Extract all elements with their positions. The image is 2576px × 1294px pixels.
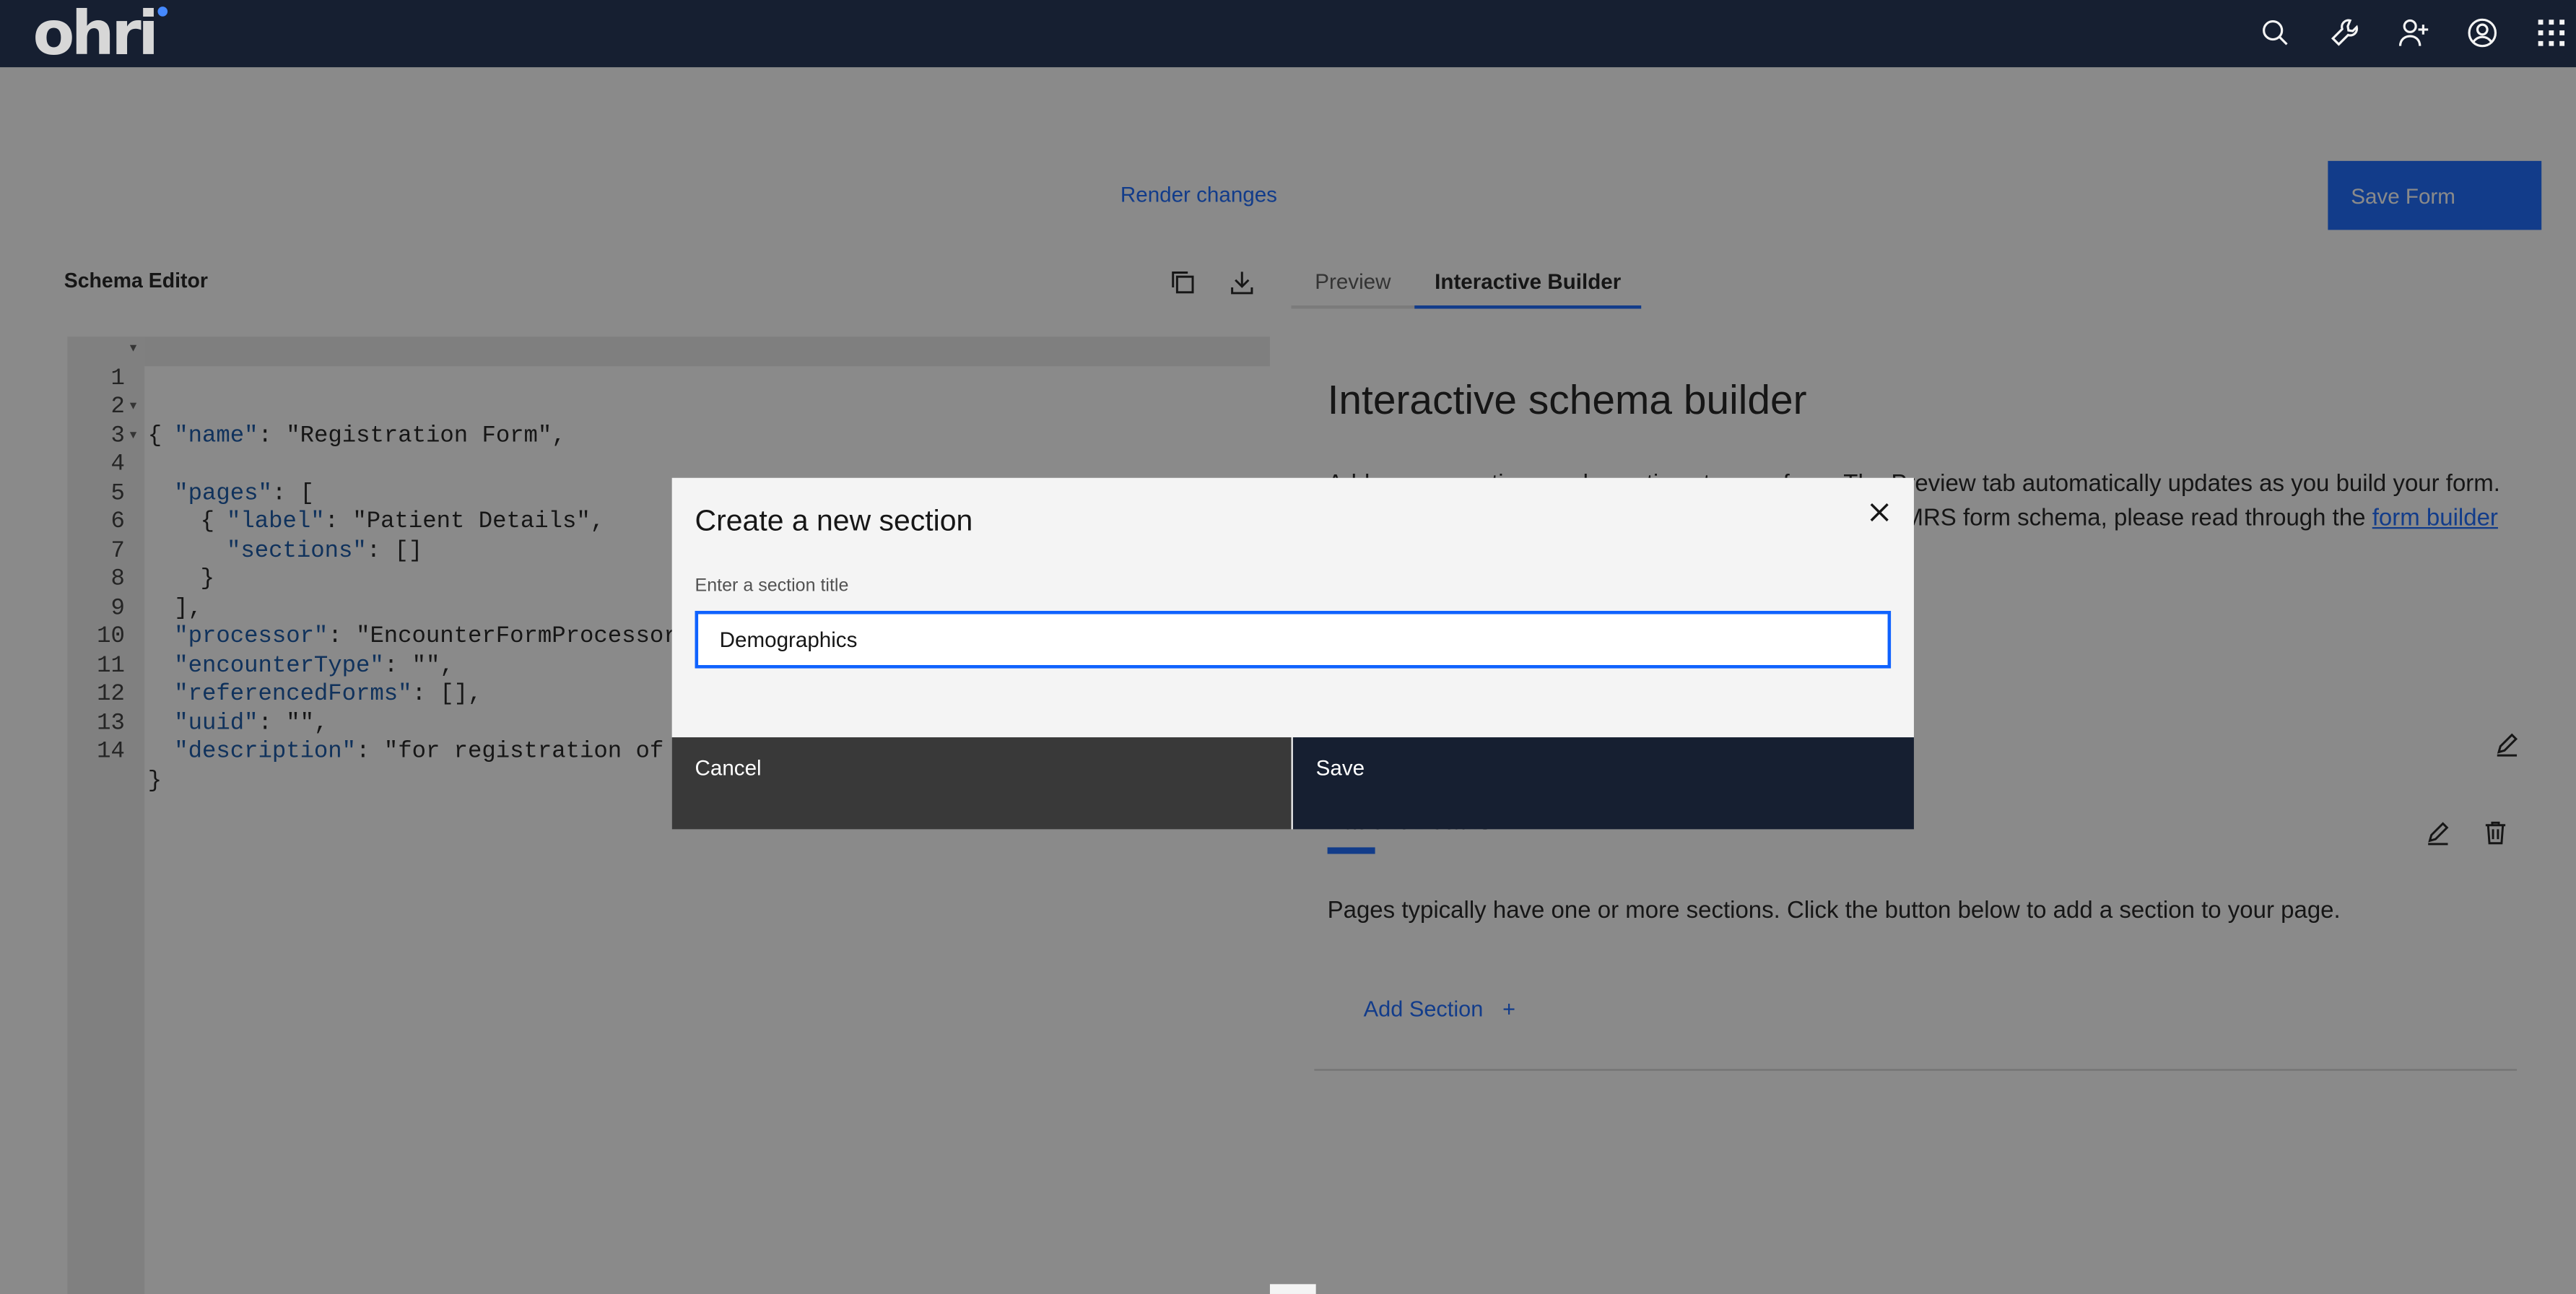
- section-title-input[interactable]: [695, 610, 1892, 669]
- ohri-logo[interactable]: ohri: [33, 2, 160, 66]
- logo-dot: [157, 6, 168, 17]
- search-icon[interactable]: [2259, 17, 2292, 49]
- app-stage: ohri Render changes Save Form Schema Edi…: [0, 0, 2576, 1294]
- modal-title: Create a new section: [695, 504, 973, 537]
- cancel-button[interactable]: Cancel: [671, 737, 1292, 830]
- user-avatar-icon[interactable]: [2466, 17, 2499, 49]
- add-user-icon[interactable]: [2397, 17, 2430, 49]
- save-button[interactable]: Save: [1292, 737, 1914, 830]
- wrench-icon[interactable]: [2328, 17, 2361, 49]
- app-switcher-icon[interactable]: [2535, 17, 2568, 49]
- close-icon[interactable]: [1865, 498, 1894, 527]
- create-section-modal: Create a new section Enter a section tit…: [671, 477, 1914, 830]
- section-title-label: Enter a section title: [695, 576, 849, 596]
- top-nav-bar: ohri: [0, 0, 2576, 68]
- scroll-handle[interactable]: [1269, 1284, 1316, 1294]
